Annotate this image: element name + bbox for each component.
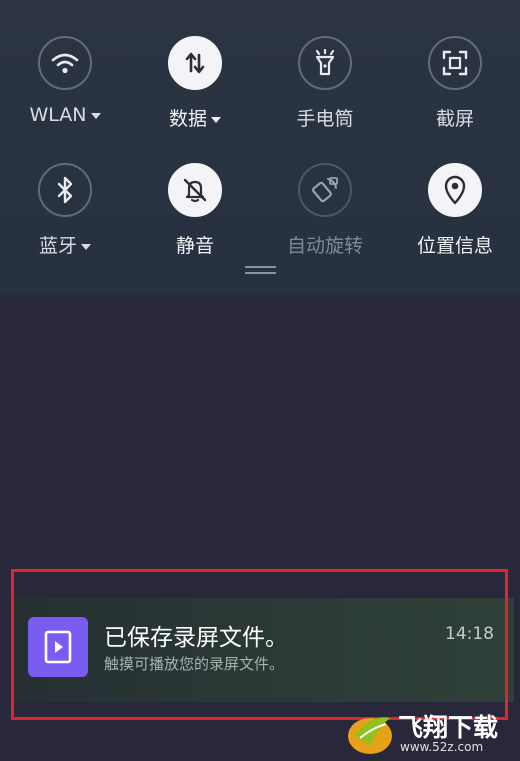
chevron-down-icon <box>90 112 101 119</box>
tile-label: 位置信息 <box>416 235 493 257</box>
tile-bluetooth[interactable]: 蓝牙 <box>0 163 130 258</box>
tile-label: 数据 <box>168 108 207 130</box>
location-icon <box>428 163 482 217</box>
quick-settings-panel: WLAN 数据 手电筒 截屏 蓝牙 静音 自动旋转 位置信息 <box>0 0 520 295</box>
flashlight-icon <box>298 36 352 90</box>
tile-label: 截屏 <box>435 108 474 130</box>
tile-label: 手电筒 <box>296 108 354 130</box>
tile-screenshot[interactable]: 截屏 <box>390 36 520 131</box>
auto-rotate-icon <box>298 163 352 217</box>
panel-drag-handle[interactable] <box>245 266 276 274</box>
tile-mute[interactable]: 静音 <box>130 163 260 258</box>
mute-bell-icon <box>168 163 222 217</box>
tile-label: 蓝牙 <box>38 235 77 257</box>
watermark-text: 飞翔下载 <box>398 713 499 742</box>
watermark-url: www.52z.com <box>400 740 484 754</box>
mobile-data-icon <box>168 36 222 90</box>
tile-label: WLAN <box>29 104 87 126</box>
chevron-down-icon <box>81 243 91 250</box>
watermark-logo-icon <box>348 717 392 754</box>
tile-label: 静音 <box>175 235 214 257</box>
tile-label: 自动旋转 <box>286 235 363 257</box>
chevron-down-icon <box>211 116 221 123</box>
watermark: 飞翔下载 www.52z.com <box>340 704 518 761</box>
screenshot-icon <box>428 36 482 90</box>
tile-flashlight[interactable]: 手电筒 <box>260 36 390 131</box>
tile-mobile-data[interactable]: 数据 <box>130 36 260 131</box>
highlight-box <box>11 569 508 720</box>
bluetooth-icon <box>38 163 92 217</box>
tile-auto-rotate[interactable]: 自动旋转 <box>260 163 390 258</box>
wifi-icon <box>38 36 92 90</box>
tile-wlan[interactable]: WLAN <box>0 36 130 126</box>
tile-location[interactable]: 位置信息 <box>390 163 520 258</box>
